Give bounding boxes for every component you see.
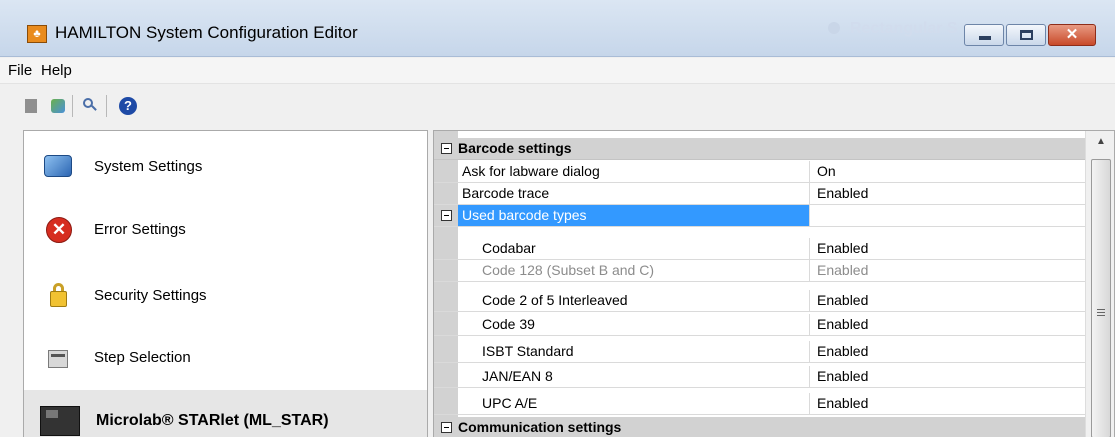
nav-item-label: Microlab® STARlet (ML_STAR) [96,412,329,429]
monitor-network-icon [42,151,74,183]
property-row[interactable]: JAN/EAN 8 Enabled [434,366,1085,388]
nav-item-label: System Settings [94,158,203,175]
background-window-title: Rectangular S [850,20,958,37]
property-name: Code 128 (Subset B and C) [458,260,810,281]
nav-item-microlab-starlet[interactable]: Microlab® STARlet (ML_STAR) [24,390,427,437]
property-value[interactable]: Enabled [810,366,868,387]
property-value[interactable]: Enabled [810,314,868,335]
collapse-icon[interactable] [441,422,452,433]
category-label: Barcode settings [458,140,572,156]
nav-item-error-settings[interactable]: ✕ Error Settings [24,199,427,261]
search-icon[interactable] [80,96,100,116]
nav-item-system-settings[interactable]: System Settings [24,136,427,198]
property-value[interactable]: Enabled [810,183,868,204]
padlock-icon [42,280,74,312]
nav-item-step-selection[interactable]: Step Selection [24,327,427,389]
collapse-icon[interactable] [441,143,452,154]
property-name: ISBT Standard [458,341,810,362]
subcategory-label: Used barcode types [458,205,810,226]
toolbar-separator [106,95,107,117]
scroll-up-icon[interactable]: ▲ [1086,131,1114,153]
nav-item-security-settings[interactable]: Security Settings [24,265,427,327]
property-row[interactable]: UPC A/E Enabled [434,393,1085,415]
property-row[interactable]: Code 39 Enabled [434,314,1085,336]
grip-line [1097,312,1105,313]
vertical-scrollbar[interactable]: ▲ [1085,131,1114,437]
menu-bar: File Help [0,58,1115,84]
category-label: Communication settings [458,419,622,435]
toolbar-separator [72,95,73,117]
property-row[interactable]: Code 2 of 5 Interleaved Enabled [434,290,1085,312]
close-button[interactable]: ✕ [1048,24,1096,46]
property-row[interactable]: Barcode trace Enabled [434,183,1085,205]
category-communication-settings[interactable]: Communication settings [434,417,1085,437]
property-value[interactable]: Enabled [810,238,868,259]
property-value[interactable]: Enabled [810,290,868,311]
property-row[interactable]: Code 128 (Subset B and C) Enabled [434,260,1085,282]
property-name: Code 2 of 5 Interleaved [458,290,810,311]
menu-file[interactable]: File [8,62,32,79]
property-name: Ask for labware dialog [458,161,810,182]
title-bar: ♣ HAMILTON System Configuration Editor R… [0,0,1115,57]
close-icon: ✕ [1065,26,1079,43]
property-value: Enabled [817,262,869,278]
help-icon[interactable]: ? [118,96,138,116]
subcategory-used-barcode-types[interactable]: Used barcode types [434,205,1085,227]
refresh-icon[interactable] [48,96,68,116]
property-row[interactable]: Ask for labware dialog On [434,161,1085,183]
window-title: HAMILTON System Configuration Editor [55,23,358,42]
property-value[interactable]: Enabled [810,341,868,362]
property-value[interactable]: On [810,161,836,182]
grip-line [1097,315,1105,316]
property-name: Codabar [458,238,810,259]
step-icon [42,342,74,374]
scroll-thumb[interactable] [1091,159,1111,437]
instrument-icon [38,404,82,437]
menu-help[interactable]: Help [41,62,72,79]
grip-line [1097,309,1105,310]
error-x-icon: ✕ [42,214,74,246]
navigation-panel: System Settings ✕ Error Settings Securit… [23,130,428,437]
maximize-icon [1020,30,1033,40]
property-row[interactable]: ISBT Standard Enabled [434,341,1085,363]
app-icon: ♣ [27,25,47,43]
property-name: UPC A/E [458,393,810,414]
property-name: Code 39 [458,314,810,335]
property-name: JAN/EAN 8 [458,366,810,387]
save-icon[interactable] [22,96,42,116]
category-barcode-settings[interactable]: Barcode settings [434,138,1085,160]
toolbar: ? [0,86,1115,128]
property-value[interactable]: Enabled [810,393,868,414]
nav-item-label: Error Settings [94,221,186,238]
nav-item-label: Security Settings [94,287,207,304]
background-window-icon [828,22,840,34]
property-grid: Barcode settings Ask for labware dialog … [433,130,1115,437]
nav-item-label: Step Selection [94,349,191,366]
collapse-icon[interactable] [441,210,452,221]
maximize-button[interactable] [1006,24,1046,46]
minimize-icon [979,36,991,40]
property-row[interactable]: Codabar Enabled [434,238,1085,260]
property-name: Barcode trace [458,183,810,204]
minimize-button[interactable] [964,24,1004,46]
